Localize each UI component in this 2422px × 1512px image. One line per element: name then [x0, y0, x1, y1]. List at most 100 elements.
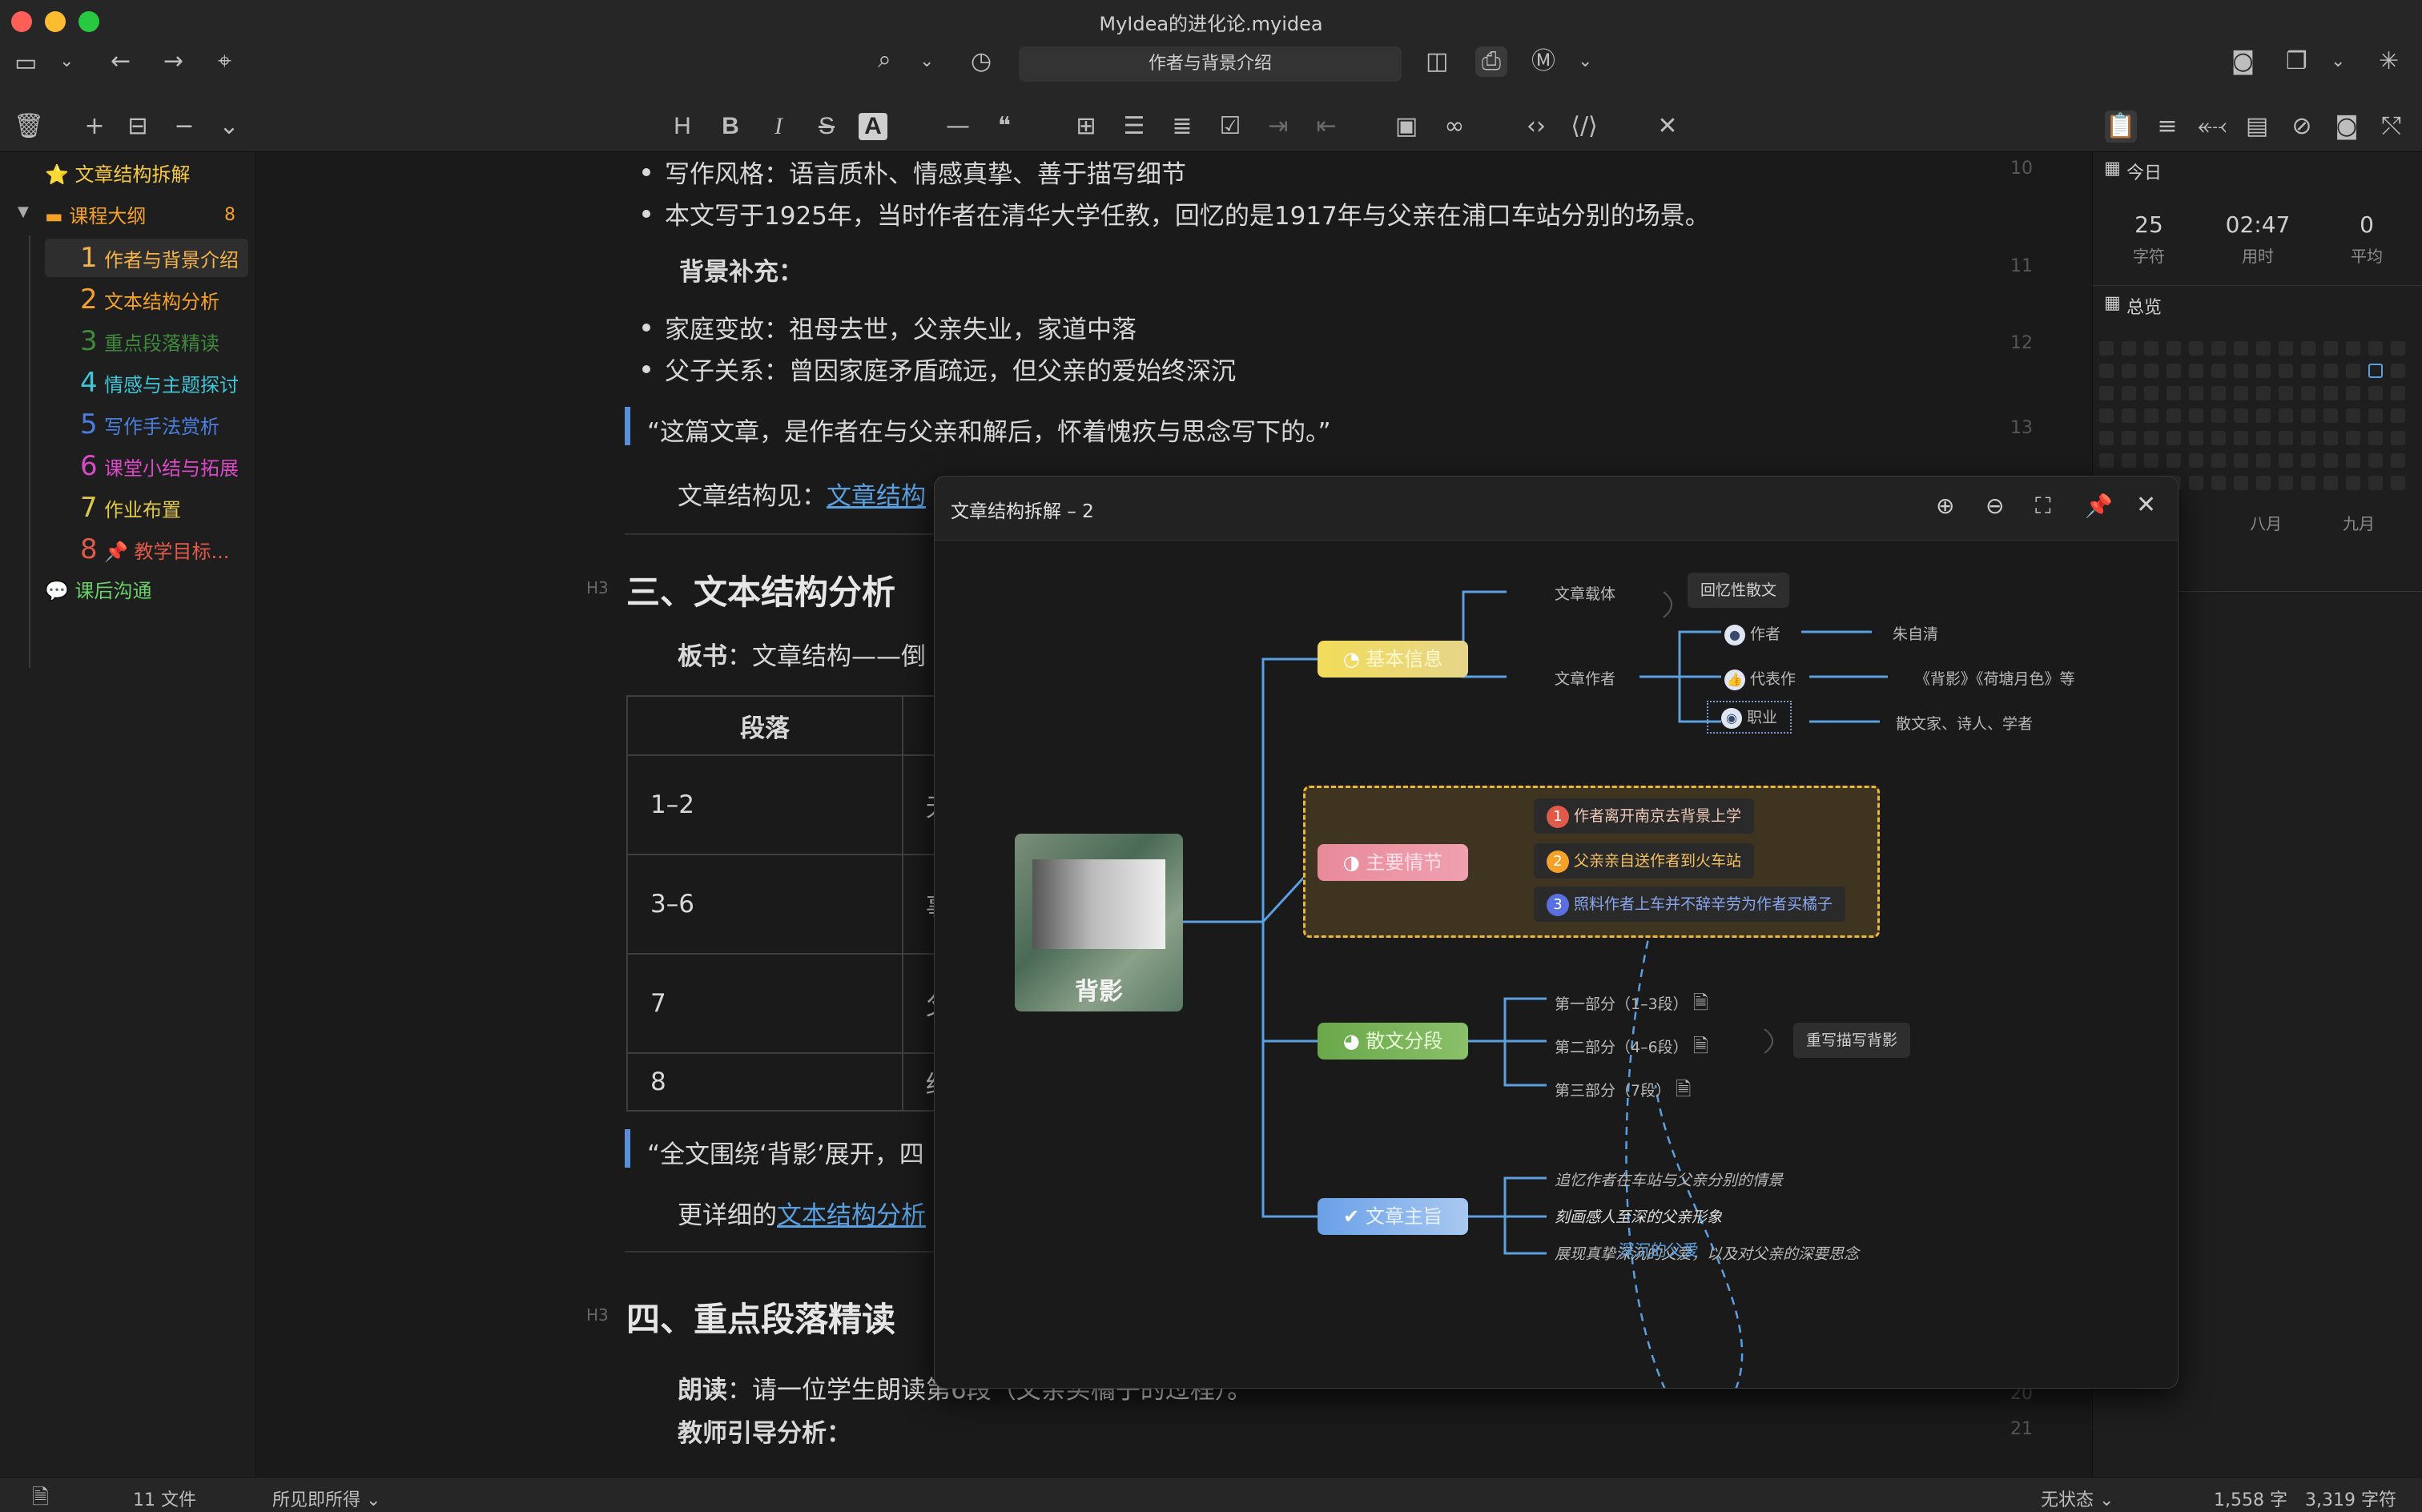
heatmap-cell[interactable] [2391, 364, 2405, 378]
heatmap-cell[interactable] [2189, 476, 2203, 490]
heatmap-cell[interactable] [2211, 364, 2226, 378]
heatmap-cell[interactable] [2144, 364, 2158, 378]
heatmap-cell[interactable] [2346, 386, 2360, 400]
subtopic-job[interactable]: ◉ 职业 [1707, 701, 1792, 734]
chevron-down-icon[interactable]: ⌄ [1578, 53, 1592, 70]
markdown-icon[interactable]: Ⓜ [1531, 50, 1555, 74]
heatmap-cell[interactable] [2346, 476, 2360, 490]
remove-icon[interactable]: − [168, 111, 200, 143]
heatmap-cell[interactable] [2189, 408, 2203, 423]
heatmap-cell[interactable] [2234, 364, 2248, 378]
heatmap-cell[interactable] [2122, 364, 2136, 378]
heatmap-cell[interactable] [2167, 364, 2181, 378]
numbered-list-icon[interactable]: ≣ [1166, 111, 1198, 143]
heatmap-cell[interactable] [2099, 364, 2114, 378]
heatmap-cell[interactable] [2256, 341, 2271, 356]
heatmap-cell[interactable] [2167, 408, 2181, 423]
heatmap-cell[interactable] [2301, 341, 2315, 356]
heatmap-cell[interactable] [2189, 341, 2203, 356]
heatmap-cell[interactable] [2301, 386, 2315, 400]
clear-format-icon[interactable]: ✕ [1652, 111, 1684, 143]
sidebar-toggle-icon[interactable]: ▭ [14, 51, 37, 75]
heatmap-cell[interactable] [2099, 453, 2114, 468]
chevron-down-icon[interactable]: ⌄ [2331, 53, 2345, 70]
subtopic-chip[interactable]: 回忆性散文 [1688, 573, 1790, 608]
heatmap-cell[interactable] [2391, 386, 2405, 400]
heatmap-cell[interactable] [2391, 408, 2405, 423]
heatmap-cell[interactable] [2346, 364, 2360, 378]
activity-heatmap[interactable] [2099, 341, 2420, 490]
sidebar-item-emotion-theme[interactable]: 4 情感与主题探讨 [80, 364, 239, 402]
heatmap-cell[interactable] [2122, 431, 2136, 445]
search-icon[interactable]: ⌕ [878, 48, 891, 72]
theme-item[interactable]: 刻画感人至深的父亲形象 [1555, 1205, 1722, 1227]
heatmap-cell[interactable] [2301, 408, 2315, 423]
heatmap-cell[interactable] [2279, 341, 2293, 356]
sidebar-item-author-background[interactable]: 1 作者与背景介绍 [80, 239, 239, 277]
heatmap-cell[interactable] [2167, 386, 2181, 400]
heatmap-cell[interactable] [2189, 386, 2203, 400]
outdent-icon[interactable]: ⇤ [1310, 111, 1342, 143]
plot-item[interactable]: 2 父亲亲自送作者到火车站 [1534, 843, 1755, 879]
heatmap-cell[interactable] [2122, 386, 2136, 400]
heatmap-cell[interactable] [2391, 453, 2405, 468]
bold-button[interactable]: B [714, 111, 746, 143]
heatmap-cell[interactable] [2099, 408, 2114, 423]
heatmap-cell[interactable] [2167, 431, 2181, 445]
subtopic-works[interactable]: 👍 代表作 [1724, 667, 1796, 690]
heatmap-cell[interactable] [2346, 408, 2360, 423]
tag-icon[interactable]: ⬷ [2196, 111, 2228, 143]
heatmap-cell[interactable] [2211, 476, 2226, 490]
section-item[interactable]: 第三部分（7段） 🗎 [1555, 1076, 1691, 1108]
heatmap-cell[interactable] [2099, 431, 2114, 445]
heatmap-cell[interactable] [2323, 386, 2338, 400]
heatmap-cell[interactable] [2391, 476, 2405, 490]
doc-link[interactable]: 文章结构 [827, 482, 926, 511]
mindmap-window[interactable]: 文章结构拆解 – 2 ⊕ ⊖ ⛶ 📌 ✕ 背影 ◔ 基本信息 ◑ 主要情节 ◕ … [934, 476, 2179, 1389]
heatmap-cell[interactable] [2301, 476, 2315, 490]
highlight-button[interactable]: A [859, 113, 887, 140]
heatmap-cell[interactable] [2256, 453, 2271, 468]
camera-icon[interactable]: ◙ [2231, 50, 2255, 74]
forward-arrow-icon[interactable]: → [163, 50, 183, 74]
subtopic-label[interactable]: 文章载体 [1555, 582, 1615, 604]
chevron-down-icon[interactable]: ⌄ [919, 53, 934, 70]
heatmap-cell[interactable] [2234, 431, 2248, 445]
code-block-icon[interactable]: ⟨/⟩ [1568, 111, 1600, 143]
image-icon[interactable]: ▣ [1390, 111, 1422, 143]
heatmap-cell[interactable] [2167, 341, 2181, 356]
breadcrumb[interactable]: 作者与背景介绍 [1019, 46, 1402, 82]
italic-button[interactable]: I [762, 111, 795, 143]
subtopic-label[interactable]: 文章作者 [1555, 667, 1615, 689]
code-icon[interactable]: ‹› [1520, 111, 1552, 143]
heatmap-cell[interactable] [2323, 453, 2338, 468]
heatmap-cell[interactable] [2099, 386, 2114, 400]
heatmap-cell[interactable] [2211, 453, 2226, 468]
heatmap-cell[interactable] [2167, 453, 2181, 468]
heatmap-cell[interactable] [2391, 431, 2405, 445]
heatmap-cell[interactable] [2301, 453, 2315, 468]
back-arrow-icon[interactable]: ← [111, 50, 131, 74]
trash-icon[interactable]: 🗑 [13, 111, 45, 143]
central-node[interactable]: 背影 [1015, 834, 1183, 1011]
heatmap-cell[interactable] [2391, 341, 2405, 356]
add-icon[interactable]: + [78, 111, 111, 143]
heatmap-cell[interactable] [2122, 408, 2136, 423]
chevron-down-icon[interactable]: ⌄ [59, 53, 74, 70]
heatmap-cell[interactable] [2234, 386, 2248, 400]
file-count[interactable]: 11 文件 [133, 1486, 196, 1511]
sidebar-item-homework[interactable]: 7 作业布置 [80, 489, 181, 527]
checkbox-icon[interactable]: ☑ [1214, 111, 1246, 143]
heatmap-cell[interactable] [2234, 453, 2248, 468]
history-icon[interactable]: ◷ [971, 50, 992, 74]
heatmap-cell[interactable] [2368, 408, 2383, 423]
heatmap-cell[interactable] [2279, 364, 2293, 378]
plot-item[interactable]: 1 作者离开南京去背景上学 [1534, 798, 1755, 834]
heatmap-cell[interactable] [2189, 431, 2203, 445]
heading-button[interactable]: H [666, 111, 698, 143]
sidebar-item-summary[interactable]: 6 课堂小结与拓展 [80, 447, 239, 485]
subtopic-author[interactable]: ● 作者 [1724, 622, 1780, 645]
heatmap-cell[interactable] [2256, 476, 2271, 490]
heatmap-cell[interactable] [2211, 341, 2226, 356]
heatmap-cell[interactable] [2368, 476, 2383, 490]
